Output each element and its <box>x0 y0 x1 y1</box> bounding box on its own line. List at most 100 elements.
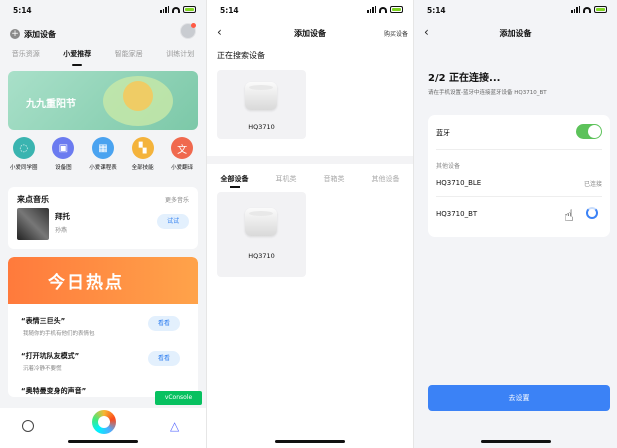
separator <box>436 149 602 150</box>
searching-label: 正在搜索设备 <box>217 51 265 60</box>
status-time: 5:14 <box>13 6 32 15</box>
wifi-icon <box>379 6 387 13</box>
look-button[interactable]: 看看 <box>148 316 180 331</box>
device-row-bt[interactable]: HQ3710_BT <box>436 207 602 219</box>
tab-music-resources[interactable]: 音乐资源 <box>12 49 40 63</box>
device-row-ble[interactable]: HQ3710_BLE 已连接 <box>436 179 602 188</box>
tab-training[interactable]: 训练计划 <box>166 49 194 63</box>
hot-question: “奥特曼变身的声音” <box>21 387 87 395</box>
hot-question: “打开坑队友模式” <box>21 352 80 360</box>
connect-hint: 请在手机设置-蓝牙中连接蓝牙设备 HQ3710_BT <box>428 90 547 96</box>
tab-smart-home[interactable]: 智能家居 <box>115 49 143 63</box>
try-button[interactable]: 试试 <box>157 214 189 229</box>
tab-speakers[interactable]: 音箱类 <box>324 174 345 184</box>
quick-label: 设备图 <box>55 165 72 171</box>
nav-bar: ‹ 添加设备 购买设备 <box>207 22 413 44</box>
circle-icon: ◌ <box>12 137 35 159</box>
device-tile[interactable]: HQ3710 <box>217 192 306 277</box>
home-indicator <box>275 440 345 443</box>
hot-banner[interactable]: 今日热点 <box>8 257 198 304</box>
quick-circle[interactable]: ◌ 小爱同学圈 <box>5 137 43 179</box>
device-name: HQ3710 <box>248 123 275 131</box>
status-bar: 5:14 <box>207 0 413 20</box>
tab-all-devices[interactable]: 全部设备 <box>221 174 249 188</box>
list-item[interactable]: “打开坑队友模式” 沉着冷静不要慌 看看 <box>21 351 189 381</box>
quick-device-map[interactable]: ▣ 设备图 <box>44 137 82 179</box>
hot-subtitle: 沉着冷静不要慌 <box>23 366 62 372</box>
look-button[interactable]: 看看 <box>148 351 180 366</box>
screen-connect: 5:14 ‹ 添加设备 2/2 正在连接... 请在手机设置-蓝牙中连接蓝牙设备… <box>414 0 617 448</box>
quick-actions: ◌ 小爱同学圈 ▣ 设备图 ▦ 小爱课程表 ▚ 全部技能 文小爱翻译 <box>4 137 202 179</box>
go-settings-button[interactable]: 去设置 <box>428 385 610 411</box>
connected-status: 已连接 <box>583 181 602 188</box>
calendar-icon: ▦ <box>91 137 114 159</box>
category-tabs: 全部设备 耳机类 音箱类 其他设备 <box>207 174 413 188</box>
other-devices-label: 其他设备 <box>436 163 461 170</box>
quick-schedule[interactable]: ▦ 小爱课程表 <box>84 137 122 179</box>
profile-nav-icon[interactable]: △ <box>170 419 179 433</box>
festival-banner[interactable]: 九九重阳节 <box>8 71 198 130</box>
banner-title: 九九重阳节 <box>26 99 76 110</box>
signal-icon <box>367 6 376 13</box>
tab-other-devices[interactable]: 其他设备 <box>372 174 400 184</box>
translate-icon: 文 <box>171 137 194 159</box>
battery-icon <box>594 6 607 13</box>
screen-home: 5:14 + 添加设备 音乐资源 小爱推荐 智能家居 训练计划 九九重阳节 ◌ 小… <box>0 0 206 448</box>
nav-bar: ‹ 添加设备 <box>414 22 617 44</box>
tap-hand-icon: ☝ <box>564 206 574 225</box>
hot-subtitle: 我随你的手机有他们的表情包 <box>23 331 95 337</box>
device-name: HQ3710_BLE <box>436 179 482 187</box>
notification-dot <box>191 23 196 28</box>
quick-all-skills[interactable]: ▚ 全部技能 <box>124 137 162 179</box>
tab-recommend[interactable]: 小爱推荐 <box>63 49 91 66</box>
quick-label: 全部技能 <box>131 165 154 171</box>
buy-device-link[interactable]: 购买设备 <box>384 29 408 38</box>
status-time: 5:14 <box>427 6 446 15</box>
quick-label: 小爱课程表 <box>89 165 117 171</box>
signal-icon <box>160 6 169 13</box>
bluetooth-panel: 蓝牙 其他设备 HQ3710_BLE 已连接 HQ3710_BT <box>428 115 610 237</box>
device-name: HQ3710_BT <box>436 210 478 218</box>
speaker-image <box>245 208 277 236</box>
quick-label: 小爱翻译 <box>171 165 194 171</box>
assistant-nav-icon[interactable] <box>92 410 116 434</box>
quick-translate[interactable]: 文小爱翻译 <box>163 137 201 179</box>
banner-moon <box>123 81 153 111</box>
speaker-icon: ▣ <box>52 137 75 159</box>
song-artist: 孙燕 <box>55 227 68 234</box>
song-title: 拜托 <box>55 212 70 221</box>
section-gap <box>207 156 413 164</box>
page-title: 添加设备 <box>294 29 326 38</box>
home-nav-icon[interactable] <box>22 420 34 432</box>
add-icon[interactable]: + <box>10 29 20 39</box>
avatar[interactable] <box>180 23 196 39</box>
home-indicator <box>480 440 551 443</box>
album-cover[interactable] <box>17 208 49 240</box>
bluetooth-toggle[interactable] <box>576 124 602 139</box>
signal-icon <box>571 6 580 13</box>
more-music-link[interactable]: 更多音乐 <box>165 195 189 204</box>
loading-spinner-icon <box>586 207 598 219</box>
step-status: 2/2 正在连接... <box>428 73 501 84</box>
screen-search: 5:14 ‹ 添加设备 购买设备 正在搜索设备 HQ3710 全部设备 耳机类 … <box>207 0 413 448</box>
status-icons <box>367 6 403 13</box>
battery-icon <box>183 6 196 13</box>
grid-icon: ▚ <box>131 137 154 159</box>
music-card: 来点音乐 更多音乐 拜托 孙燕 试试 <box>8 187 198 249</box>
page-title: 添加设备 <box>499 29 532 38</box>
wifi-icon <box>583 6 591 13</box>
battery-icon <box>390 6 403 13</box>
list-item[interactable]: “表情三巨头” 我随你的手机有他们的表情包 看看 <box>21 316 189 346</box>
vconsole-button[interactable]: vConsole <box>155 391 202 405</box>
header: + 添加设备 <box>10 23 196 43</box>
tab-headphones[interactable]: 耳机类 <box>276 174 297 184</box>
status-bar: 5:14 <box>0 0 206 20</box>
status-icons <box>160 6 196 13</box>
music-title: 来点音乐 <box>17 195 49 204</box>
device-name: HQ3710 <box>248 252 275 260</box>
bluetooth-label: 蓝牙 <box>436 129 450 137</box>
add-device-link[interactable]: 添加设备 <box>24 29 56 40</box>
found-device-tile[interactable]: HQ3710 <box>217 70 306 139</box>
hot-banner-title: 今日热点 <box>48 273 124 293</box>
status-time: 5:14 <box>220 6 239 15</box>
